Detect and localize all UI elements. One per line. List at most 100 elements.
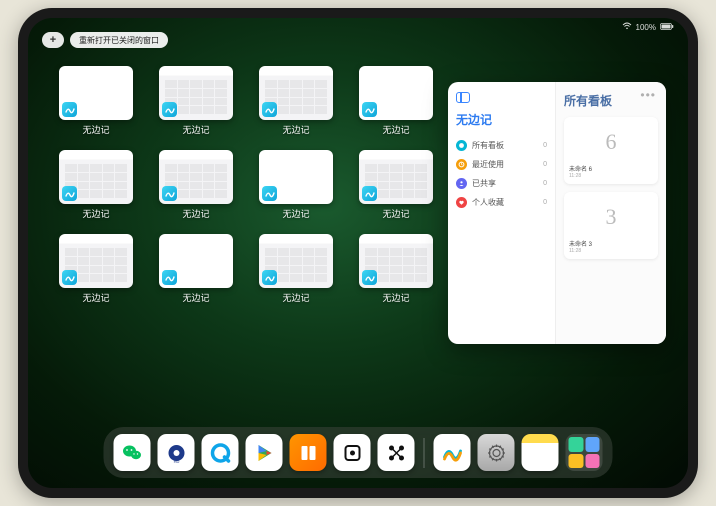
app-window[interactable]: 无边记 (156, 150, 236, 220)
sidebar-item-clock[interactable]: 最近使用 0 (456, 155, 547, 174)
dock-app-q-hd[interactable]: HD (158, 434, 195, 471)
dock: HD (104, 427, 613, 478)
board-preview: 6 (588, 122, 634, 162)
app-window-label: 无边记 (282, 291, 309, 304)
app-window[interactable]: 无边记 (56, 234, 136, 304)
app-window-label: 无边记 (182, 291, 209, 304)
window-thumbnail[interactable] (259, 234, 333, 288)
freeform-app-icon (62, 270, 77, 285)
person-icon (456, 178, 467, 189)
panel-sidebar: 无边记 所有看板0最近使用0已共享0个人收藏0 (448, 82, 556, 344)
window-thumbnail[interactable] (259, 66, 333, 120)
dock-app-notes[interactable] (522, 434, 559, 471)
dock-app-wechat[interactable] (114, 434, 151, 471)
nav-count: 0 (543, 142, 547, 149)
nav-count: 0 (543, 161, 547, 168)
sidebar-item-person[interactable]: 已共享 0 (456, 174, 547, 193)
app-window[interactable]: 无边记 (156, 234, 236, 304)
app-window[interactable]: 无边记 (156, 66, 236, 136)
nav-count: 0 (543, 199, 547, 206)
freeform-app-icon (62, 186, 77, 201)
board-preview: 3 (588, 197, 634, 237)
nav-label: 所有看板 (472, 140, 504, 151)
freeform-app-icon (262, 102, 277, 117)
board-time: 11:28 (569, 248, 581, 254)
dock-app-settings[interactable] (478, 434, 515, 471)
board-card[interactable]: 6 未命名 611:28 (564, 117, 658, 184)
window-thumbnail[interactable] (359, 234, 433, 288)
app-window[interactable]: 无边记 (356, 234, 436, 304)
dock-app-library[interactable] (566, 434, 603, 471)
app-window-label: 无边记 (282, 123, 309, 136)
app-window-label: 无边记 (182, 207, 209, 220)
app-window[interactable]: 无边记 (356, 66, 436, 136)
window-thumbnail[interactable] (359, 150, 433, 204)
freeform-app-icon (62, 102, 77, 117)
app-window-label: 无边记 (82, 207, 109, 220)
window-thumbnail[interactable] (159, 234, 233, 288)
window-thumbnail[interactable] (159, 150, 233, 204)
window-thumbnail[interactable] (59, 234, 133, 288)
sidebar-item-chat[interactable]: 所有看板 0 (456, 136, 547, 155)
app-window-label: 无边记 (82, 291, 109, 304)
panel-content: 所有看板 6未命名 611:283未命名 311:28 (556, 82, 666, 344)
freeform-app-icon (362, 270, 377, 285)
app-window[interactable]: 无边记 (56, 150, 136, 220)
status-bar: 100% (622, 22, 674, 32)
dock-app-freeform[interactable] (434, 434, 471, 471)
app-switcher-grid: 无边记无边记无边记无边记无边记无边记无边记无边记无边记无边记无边记无边记 (56, 66, 436, 304)
sidebar-item-heart[interactable]: 个人收藏0 (456, 193, 547, 212)
nav-label: 已共享 (472, 178, 496, 189)
app-window-label: 无边记 (382, 207, 409, 220)
freeform-app-icon (362, 186, 377, 201)
freeform-app-icon (362, 102, 377, 117)
window-thumbnail[interactable] (359, 66, 433, 120)
board-time: 11:28 (569, 173, 581, 179)
top-controls: + 重新打开已关闭的窗口 (42, 32, 168, 48)
more-icon[interactable]: ••• (640, 88, 656, 102)
app-window-label: 无边记 (382, 291, 409, 304)
nav-label: 最近使用 (472, 159, 504, 170)
window-thumbnail[interactable] (259, 150, 333, 204)
board-card[interactable]: 3 未命名 311:28 (564, 192, 658, 259)
window-thumbnail[interactable] (59, 66, 133, 120)
panel-left-title: 无边记 (456, 111, 547, 128)
freeform-app-icon (162, 102, 177, 117)
dock-app-nodes[interactable] (378, 434, 415, 471)
nav-count: 0 (543, 180, 547, 187)
freeform-app-icon (262, 186, 277, 201)
dock-app-play[interactable] (246, 434, 283, 471)
battery-icon (660, 23, 674, 32)
app-window-label: 无边记 (182, 123, 209, 136)
freeform-app-icon (162, 186, 177, 201)
window-thumbnail[interactable] (59, 150, 133, 204)
reopen-closed-window-button[interactable]: 重新打开已关闭的窗口 (70, 32, 168, 48)
heart-icon (456, 197, 467, 208)
dock-app-q-browser[interactable] (202, 434, 239, 471)
app-window[interactable]: 无边记 (256, 234, 336, 304)
freeform-panel[interactable]: ••• 无边记 所有看板0最近使用0已共享0个人收藏0 所有看板 6未命名 61… (448, 82, 666, 344)
app-window[interactable]: 无边记 (56, 66, 136, 136)
chat-icon (456, 140, 467, 151)
ipad-frame: 100% + 重新打开已关闭的窗口 无边记无边记无边记无边记无边记无边记无边记无… (18, 8, 698, 498)
app-window[interactable]: 无边记 (256, 66, 336, 136)
battery-text: 100% (636, 23, 656, 32)
window-thumbnail[interactable] (159, 66, 233, 120)
app-window-label: 无边记 (382, 123, 409, 136)
dock-separator (424, 438, 425, 468)
wifi-icon (622, 22, 632, 32)
sidebar-toggle-icon[interactable] (456, 92, 470, 103)
freeform-app-icon (262, 270, 277, 285)
dock-app-books[interactable] (290, 434, 327, 471)
freeform-app-icon (162, 270, 177, 285)
screen: 100% + 重新打开已关闭的窗口 无边记无边记无边记无边记无边记无边记无边记无… (28, 18, 688, 488)
app-window-label: 无边记 (282, 207, 309, 220)
app-window[interactable]: 无边记 (356, 150, 436, 220)
board-name: 未命名 3 (569, 239, 592, 248)
app-window[interactable]: 无边记 (256, 150, 336, 220)
svg-text:HD: HD (173, 459, 179, 464)
board-name: 未命名 6 (569, 164, 592, 173)
clock-icon (456, 159, 467, 170)
new-window-button[interactable]: + (42, 32, 64, 48)
dock-app-dice[interactable] (334, 434, 371, 471)
